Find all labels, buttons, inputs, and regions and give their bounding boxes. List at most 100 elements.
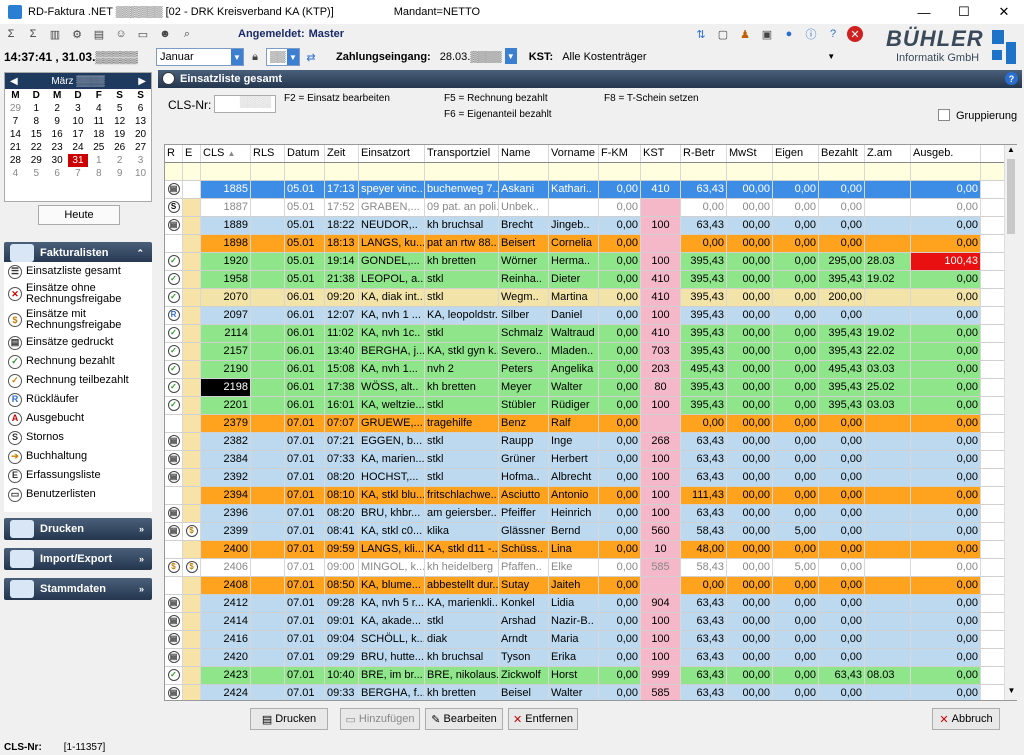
period-select[interactable]: ▒▒ ▼ (266, 48, 300, 66)
grid-scrollbar[interactable]: ▲ ▼ (1004, 145, 1017, 700)
table-row[interactable]: ▤ 2416 07.01 09:04 SCHÖLL, k... diak Arndt Mari… (165, 631, 1005, 649)
users-icon[interactable]: ☺ (113, 26, 129, 42)
import-export-header[interactable]: Import/Export» (4, 548, 152, 570)
calendar-day[interactable]: 10 (68, 115, 89, 128)
calendar-day[interactable]: 8 (88, 167, 109, 180)
table-row[interactable]: ✓ 1920 05.01 19:14 GONDEL,... kh bretten Wörne… (165, 253, 1005, 271)
calendar-day[interactable]: 8 (26, 115, 47, 128)
calendar-day[interactable]: 27 (130, 141, 151, 154)
nav-item[interactable]: ✓ Rechnung teilbezahlt (4, 371, 152, 390)
nav-item[interactable]: ☰ Einsatzliste gesamt (4, 262, 152, 281)
heute-button[interactable]: Heute (38, 205, 120, 225)
column-header[interactable]: E (183, 145, 201, 162)
column-header[interactable]: Name (499, 145, 549, 162)
stammdaten-header[interactable]: Stammdaten» (4, 578, 152, 600)
abbruch-button[interactable]: ✕ Abbruch (932, 708, 1000, 730)
next-month-button[interactable]: ▶ (138, 76, 146, 87)
calendar-day[interactable]: 21 (5, 141, 26, 154)
calendar-day[interactable]: 18 (88, 128, 109, 141)
table-row[interactable]: ▤ $2399 07.01 08:41 KA, stkl c0... klika Gläss… (165, 523, 1005, 541)
calendar-day[interactable]: 6 (47, 167, 68, 180)
column-header[interactable]: RLS (251, 145, 285, 162)
table-row[interactable]: R 2097 06.01 12:07 KA, nvh 1 ... KA, leopolds… (165, 307, 1005, 325)
zahlungseingang-date[interactable]: 28.03.▒▒▒▒ ▼ (437, 48, 517, 66)
calendar-day[interactable]: 7 (5, 115, 26, 128)
calendar-day[interactable]: 3 (68, 102, 89, 115)
entfernen-button[interactable]: ✕ Entfernen (508, 708, 578, 730)
search-icon[interactable]: ⌕ (179, 26, 195, 42)
table-row[interactable]: $ $2406 07.01 09:00 MINGOL, k... kh heidelber… (165, 559, 1005, 577)
table-row[interactable]: ▤ 2384 07.01 07:33 KA, marien... stkl Grüner He… (165, 451, 1005, 469)
table-row[interactable]: ▤ 2396 07.01 08:20 BRU, khbr... am geiersber.… (165, 505, 1005, 523)
column-header[interactable]: Vorname (549, 145, 599, 162)
nav-item[interactable]: $ Einsätze mit Rechnungsfreigabe (4, 307, 152, 333)
column-header[interactable]: Ausgeb. (911, 145, 981, 162)
calendar-day[interactable]: 6 (130, 102, 151, 115)
sigma-icon[interactable]: Σ (3, 26, 19, 42)
filter-row[interactable] (165, 163, 1005, 181)
calendar-day[interactable]: 25 (88, 141, 109, 154)
table-row[interactable]: 2394 07.01 08:10 KA, stkl blu... fritschlach… (165, 487, 1005, 505)
table-row[interactable]: 1898 05.01 18:13 LANGS, ku... pat an rtw 88.… (165, 235, 1005, 253)
calendar-day[interactable]: 10 (130, 167, 151, 180)
calendar-day[interactable]: 11 (88, 115, 109, 128)
window-icon[interactable]: ▣ (759, 26, 775, 42)
column-header[interactable]: R-Betr (681, 145, 727, 162)
calendar-day[interactable]: 2 (109, 154, 130, 167)
hinzufuegen-button[interactable]: ▭ Hinzufügen (340, 708, 420, 730)
calendar-day[interactable]: 29 (26, 154, 47, 167)
calendar-day[interactable]: 29 (5, 102, 26, 115)
chart-icon[interactable]: ▥ (47, 26, 63, 42)
tools-icon[interactable]: ⚙ (69, 26, 85, 42)
help-icon[interactable]: ? (825, 26, 841, 42)
calendar-day[interactable]: 2 (47, 102, 68, 115)
person-icon[interactable]: ♟ (737, 26, 753, 42)
table-row[interactable]: ✓ 1958 05.01 21:38 LEOPOL, a... stkl Reinha.. D… (165, 271, 1005, 289)
column-header[interactable]: Transportziel (425, 145, 499, 162)
drucken-button[interactable]: ▤ Drucken (250, 708, 328, 730)
calendar-day[interactable]: 1 (88, 154, 109, 167)
column-header[interactable]: Eigen (773, 145, 819, 162)
column-header[interactable]: Zeit (325, 145, 359, 162)
calendar-day[interactable]: 16 (47, 128, 68, 141)
column-header[interactable]: KST (641, 145, 681, 162)
calendar-day[interactable]: 13 (130, 115, 151, 128)
calendar-day[interactable]: 12 (109, 115, 130, 128)
table-row[interactable]: 2408 07.01 08:50 KA, blume... abbestellt dur… (165, 577, 1005, 595)
refresh-icon[interactable]: ⇄ (303, 49, 319, 65)
page-icon[interactable]: ▢ (715, 26, 731, 42)
table-row[interactable]: ▤ 2420 07.01 09:29 BRU, hutte... kh bruchsal T… (165, 649, 1005, 667)
table-row[interactable]: ▤ 2382 07.01 07:21 EGGEN, b... stkl Raupp Inge 0… (165, 433, 1005, 451)
maximize-button[interactable]: ☐ (944, 0, 984, 24)
column-header[interactable]: Z.am (865, 145, 911, 162)
table-row[interactable]: ✓ 2157 06.01 13:40 BERGHA, j... KA, stkl gyn … (165, 343, 1005, 361)
nav-item[interactable]: ▤ Einsätze gedruckt (4, 333, 152, 352)
minimize-button[interactable]: — (904, 0, 944, 24)
calendar-day[interactable]: 5 (26, 167, 47, 180)
calendar-day[interactable]: 4 (88, 102, 109, 115)
cls-input[interactable]: ▒▒▒▒ (214, 95, 276, 113)
calendar-day[interactable]: 14 (5, 128, 26, 141)
column-header[interactable]: MwSt (727, 145, 773, 162)
calendar-day[interactable]: 5 (109, 102, 130, 115)
help-icon[interactable]: ? (1005, 72, 1018, 85)
calendar-day[interactable]: 23 (47, 141, 68, 154)
table-row[interactable]: ✓ 2070 06.01 09:20 KA, diak int.. stkl Wegm.. M… (165, 289, 1005, 307)
calendar-day[interactable]: 17 (68, 128, 89, 141)
calendar-day[interactable]: 19 (109, 128, 130, 141)
table-row[interactable]: ✓ 2423 07.01 10:40 BRE, im br... BRE, nikolau… (165, 667, 1005, 685)
calendar-day[interactable]: 15 (26, 128, 47, 141)
table-row[interactable]: ▤ 1885 05.01 17:13 speyer vinc.. buchenweg 7.… (165, 181, 1005, 199)
nav-item[interactable]: ✕ Einsätze ohne Rechnungsfreigabe (4, 281, 152, 307)
prev-month-button[interactable]: ◀ (10, 76, 18, 87)
table-row[interactable]: S 1887 05.01 17:52 GRABEN,... 09 pat. an poli… (165, 199, 1005, 217)
info-icon[interactable]: ⓘ (803, 26, 819, 42)
nav-item[interactable]: ✓ Rechnung bezahlt (4, 352, 152, 371)
drucken-header[interactable]: Drucken» (4, 518, 152, 540)
calendar-day[interactable]: 3 (130, 154, 151, 167)
einsatz-grid[interactable]: R E CLS ▲ RLS Datum Zeit Einsatzort Transportzi… (164, 144, 1017, 701)
nav-item[interactable]: E Erfassungsliste (4, 466, 152, 485)
lock-icon[interactable]: 🔒︎ (247, 49, 263, 65)
kst-select[interactable]: Alle Kostenträger ▼ (559, 48, 837, 66)
nav-item[interactable]: A Ausgebucht (4, 409, 152, 428)
